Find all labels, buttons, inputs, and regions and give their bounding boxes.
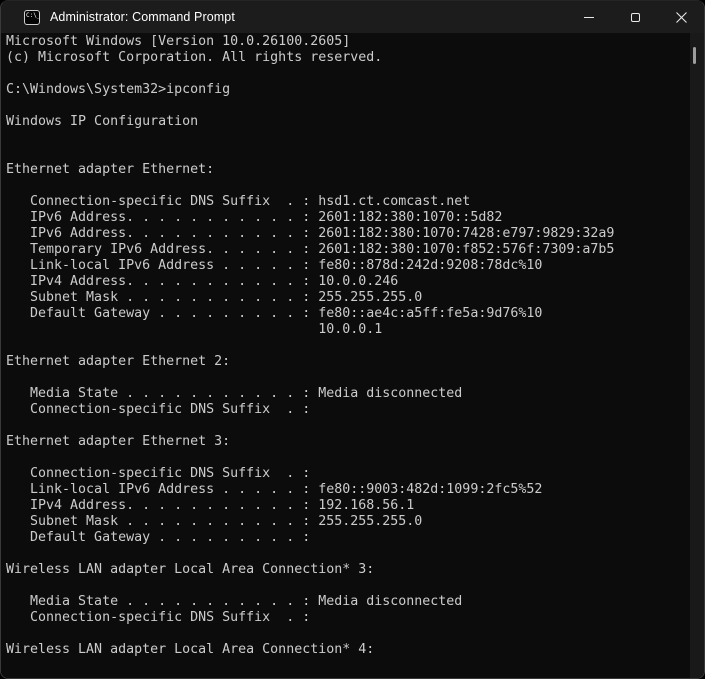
terminal-line: (c) Microsoft Corporation. All rights re… [6,50,688,66]
close-icon [676,12,687,23]
terminal-line: Microsoft Windows [Version 10.0.26100.26… [6,34,688,50]
terminal-line: Temporary IPv6 Address. . . . . . : 2601… [6,242,688,258]
terminal-line [6,450,688,466]
terminal-line: Default Gateway . . . . . . . . . : [6,530,688,546]
scrollbar-thumb[interactable] [693,47,696,64]
maximize-button[interactable] [612,1,658,33]
terminal-line: Ethernet adapter Ethernet 2: [6,354,688,370]
window-controls [566,1,704,33]
terminal-line: Ethernet adapter Ethernet 3: [6,434,688,450]
title-bar[interactable]: C:\_ Administrator: Command Prompt [1,1,704,33]
terminal-line [6,626,688,642]
terminal-line: IPv6 Address. . . . . . . . . . . : 2601… [6,210,688,226]
terminal-line [6,418,688,434]
terminal-line: Wireless LAN adapter Local Area Connecti… [6,642,688,658]
close-button[interactable] [658,1,704,33]
terminal-line: Link-local IPv6 Address . . . . . : fe80… [6,482,688,498]
terminal-line: Connection-specific DNS Suffix . : hsd1.… [6,194,688,210]
terminal-line [6,338,688,354]
terminal-line [6,370,688,386]
terminal-line: Media State . . . . . . . . . . . : Medi… [6,386,688,402]
terminal-line [6,98,688,114]
command-prompt-window: C:\_ Administrator: Command Prompt Micro… [0,0,705,679]
terminal-line: Ethernet adapter Ethernet: [6,162,688,178]
terminal-line [6,130,688,146]
terminal-line: IPv4 Address. . . . . . . . . . . : 10.0… [6,274,688,290]
cmd-icon[interactable]: C:\_ [24,10,40,25]
terminal-line [6,546,688,562]
terminal-line: IPv6 Address. . . . . . . . . . . : 2601… [6,226,688,242]
window-title: Administrator: Command Prompt [50,10,235,24]
terminal-line: Windows IP Configuration [6,114,688,130]
terminal-line: IPv4 Address. . . . . . . . . . . : 192.… [6,498,688,514]
terminal-line [6,178,688,194]
minimize-button[interactable] [566,1,612,33]
scrollbar[interactable] [690,33,704,678]
terminal-line: Connection-specific DNS Suffix . : [6,402,688,418]
terminal-line: C:\Windows\System32>ipconfig [6,82,688,98]
minimize-icon [584,17,594,18]
terminal-line: Media State . . . . . . . . . . . : Medi… [6,594,688,610]
terminal-line [6,578,688,594]
terminal-line: 10.0.0.1 [6,322,688,338]
terminal-line: Subnet Mask . . . . . . . . . . . : 255.… [6,290,688,306]
terminal-line [6,146,688,162]
terminal: Microsoft Windows [Version 10.0.26100.26… [1,33,704,678]
terminal-line: Wireless LAN adapter Local Area Connecti… [6,562,688,578]
terminal-output[interactable]: Microsoft Windows [Version 10.0.26100.26… [1,33,704,658]
terminal-line: Subnet Mask . . . . . . . . . . . : 255.… [6,514,688,530]
terminal-line: Link-local IPv6 Address . . . . . : fe80… [6,258,688,274]
terminal-line: Default Gateway . . . . . . . . . : fe80… [6,306,688,322]
terminal-line: Connection-specific DNS Suffix . : [6,610,688,626]
maximize-icon [631,13,640,22]
terminal-line: Connection-specific DNS Suffix . : [6,466,688,482]
terminal-line [6,66,688,82]
